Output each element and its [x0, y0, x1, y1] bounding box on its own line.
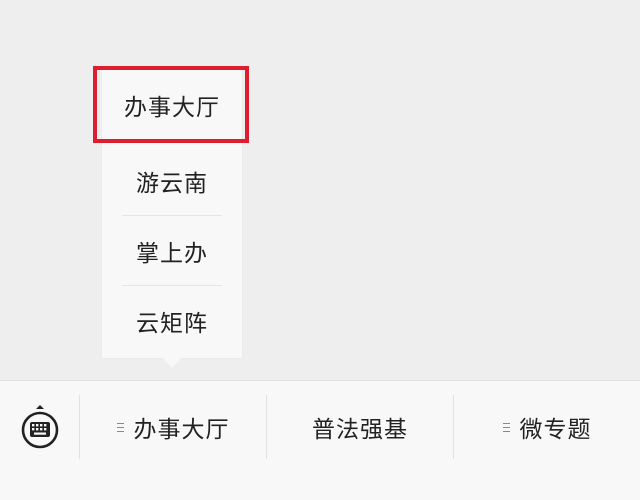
popup-pointer: [163, 358, 181, 368]
submenu-item-label: 掌上办: [136, 241, 208, 267]
menu-label: 微专题: [519, 417, 592, 443]
submenu-item-zhangshang-ban[interactable]: 掌上办: [102, 216, 242, 286]
menu-label: 普法强基: [312, 417, 408, 443]
menu-pufa-qiangji[interactable]: 普法强基: [267, 381, 453, 473]
submenu-item-banshi-dating[interactable]: 办事大厅: [102, 70, 242, 140]
submenu-item-label: 云矩阵: [136, 311, 208, 337]
menu-label: 办事大厅: [133, 417, 230, 443]
submenu-item-yun-juzhen[interactable]: 云矩阵: [102, 286, 242, 356]
keyboard-icon: [21, 405, 59, 449]
menu-banshi-dating[interactable]: 办事大厅: [80, 381, 266, 473]
submenu-popup: 办事大厅 游云南 掌上办 云矩阵: [102, 70, 242, 358]
keyboard-toggle-button[interactable]: [0, 381, 80, 473]
bottom-menu-bar: 办事大厅 普法强基 微专题: [0, 380, 640, 500]
menu-wei-zhuanti[interactable]: 微专题: [454, 381, 640, 473]
submenu-item-you-yunnan[interactable]: 游云南: [102, 146, 242, 216]
submenu-lines-icon: [502, 422, 510, 432]
submenu-item-label: 办事大厅: [124, 95, 220, 121]
submenu-lines-icon: [116, 422, 124, 432]
submenu-item-label: 游云南: [136, 171, 208, 197]
